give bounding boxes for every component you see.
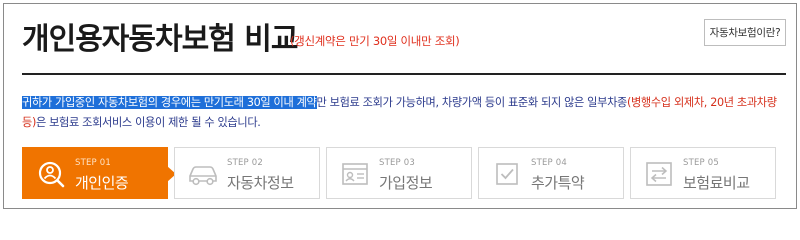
notice-tail-text: 은 보험료 조회서비스 이용이 제한 될 수 있습니다.	[35, 116, 261, 129]
step-label: 자동차정보	[227, 174, 294, 192]
step-vehicle-info: STEP 02 자동차정보	[174, 147, 320, 199]
page-title: 개인용자동차보험 비교	[22, 22, 298, 57]
step-number: STEP 03	[379, 158, 416, 168]
step-label: 보험료비교	[683, 174, 750, 192]
notice-highlighted-text: 귀하가 가입중인 자동차보험의 경우에는 만기도래 30일 이내 계약	[22, 96, 317, 109]
title-divider	[22, 73, 786, 75]
step-additional-riders: STEP 04 추가특약	[478, 147, 624, 199]
step-number: STEP 02	[227, 158, 264, 168]
step-label: 추가특약	[531, 174, 585, 192]
checkbox-icon	[491, 159, 523, 189]
notice-body-text: 만 보험료 조회가 가능하며, 차량가액 등이 표준화 되지 않은 일부차종	[316, 96, 628, 109]
step-label: 개인인증	[75, 174, 129, 192]
step-progress: STEP 01 개인인증 STEP 02 자동차정보 STEP 03 가입정보 …	[22, 147, 776, 199]
notice-text: 귀하가 가입중인 자동차보험의 경우에는 만기도래 30일 이내 계약만 보험료…	[22, 93, 786, 133]
car-icon	[187, 159, 219, 189]
step-personal-auth: STEP 01 개인인증	[22, 147, 176, 199]
step-number: STEP 04	[531, 158, 568, 168]
search-person-icon	[35, 159, 67, 189]
step-premium-comparison: STEP 05 보험료비교	[630, 147, 776, 199]
step-subscription-info: STEP 03 가입정보	[326, 147, 472, 199]
step-number: STEP 05	[683, 158, 720, 168]
id-card-icon	[339, 159, 371, 189]
step-label: 가입정보	[379, 174, 433, 192]
page-subtitle: (갱신계약은 만기 30일 이내만 조회)	[290, 34, 460, 48]
compare-arrows-icon	[643, 159, 675, 189]
what-is-car-insurance-button[interactable]: 자동차보험이란?	[704, 19, 786, 46]
step-number: STEP 01	[75, 158, 112, 168]
